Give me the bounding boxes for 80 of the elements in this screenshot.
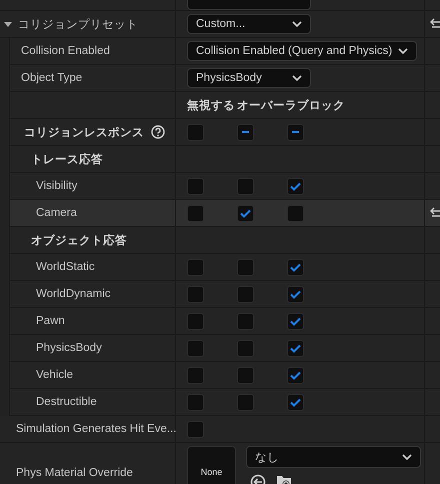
- property-row[interactable]: Vehicle: [0, 362, 440, 389]
- channel-label: Vehicle: [36, 369, 74, 381]
- property-label: コリジョンプリセット: [18, 17, 138, 32]
- checkbox[interactable]: [237, 258, 254, 276]
- property-dropdown[interactable]: Collision Enabled (Query and Physics): [187, 41, 418, 61]
- checkbox[interactable]: [237, 204, 254, 222]
- checkbox[interactable]: [287, 204, 304, 222]
- property-label: Collision Enabled: [21, 45, 110, 57]
- checkbox[interactable]: [187, 394, 204, 410]
- column-header: オーバーラ: [237, 98, 297, 112]
- text-field[interactable]: [187, 0, 311, 10]
- channel-label: WorldDynamic: [36, 288, 111, 300]
- use-selected-icon[interactable]: [250, 474, 266, 484]
- property-label: Object Type: [21, 72, 82, 84]
- checkbox[interactable]: [287, 178, 304, 194]
- checkbox[interactable]: [187, 312, 204, 330]
- checkbox[interactable]: [237, 178, 254, 194]
- checkbox[interactable]: [287, 340, 304, 356]
- property-label: Phys Material Override: [16, 467, 133, 479]
- group-label: トレース応答: [31, 152, 103, 166]
- group-label: オブジェクト応答: [31, 233, 127, 248]
- browse-folder-icon[interactable]: [276, 474, 292, 484]
- channel-label: WorldStatic: [36, 261, 95, 273]
- expand-arrow-icon[interactable]: [4, 22, 12, 26]
- checkbox[interactable]: [187, 286, 204, 302]
- property-dropdown[interactable]: PhysicsBody: [187, 68, 311, 88]
- property-row[interactable]: Destructible: [0, 389, 440, 416]
- checkmark-icon: [290, 290, 301, 298]
- chevron-down-icon: [292, 75, 302, 81]
- property-label: Simulation Generates Hit Eve...: [16, 423, 176, 435]
- chevron-down-icon: [398, 48, 408, 54]
- checkbox[interactable]: [287, 286, 304, 302]
- checkbox[interactable]: [187, 178, 204, 194]
- column-header: ブロック: [297, 98, 345, 112]
- channel-label: PhysicsBody: [36, 342, 102, 354]
- checkbox[interactable]: [187, 204, 204, 222]
- channel-label: Pawn: [36, 315, 65, 327]
- checkbox[interactable]: [287, 258, 304, 276]
- checkbox[interactable]: [237, 312, 254, 330]
- checkbox[interactable]: [237, 366, 254, 384]
- checkbox[interactable]: [237, 124, 254, 140]
- checkbox[interactable]: [237, 340, 254, 356]
- checkbox[interactable]: [187, 124, 204, 140]
- section-label: コリジョンレスポンス: [24, 126, 144, 140]
- property-row[interactable]: WorldDynamic: [0, 281, 440, 308]
- checkmark-icon: [290, 344, 301, 352]
- channel-label: Destructible: [36, 396, 97, 408]
- preset-dropdown[interactable]: Custom...: [187, 14, 311, 34]
- checkbox[interactable]: [287, 366, 304, 384]
- dash-icon: [242, 131, 249, 133]
- checkbox[interactable]: [237, 394, 254, 410]
- asset-dropdown[interactable]: なし: [246, 446, 421, 468]
- property-row[interactable]: Pawn: [0, 308, 440, 335]
- checkbox[interactable]: [287, 394, 304, 410]
- reset-arrow-icon[interactable]: [429, 18, 440, 30]
- checkmark-icon: [240, 208, 251, 218]
- help-icon[interactable]: [151, 125, 165, 139]
- checkmark-icon: [290, 316, 301, 326]
- reset-arrow-icon[interactable]: [429, 207, 440, 219]
- property-row[interactable]: PhysicsBody: [0, 335, 440, 362]
- chevron-down-icon: [402, 454, 412, 460]
- checkmark-icon: [290, 370, 301, 380]
- property-row[interactable]: WorldStatic: [0, 254, 440, 281]
- asset-thumbnail[interactable]: None: [187, 446, 236, 484]
- checkbox[interactable]: [237, 286, 254, 302]
- channel-label: Camera: [36, 207, 77, 219]
- checkmark-icon: [290, 262, 301, 272]
- dash-icon: [292, 131, 299, 133]
- checkbox[interactable]: [287, 124, 304, 140]
- chevron-down-icon: [292, 21, 302, 27]
- channel-label: Visibility: [36, 180, 78, 192]
- column-header: 無視する: [187, 98, 236, 112]
- checkbox[interactable]: [187, 258, 204, 276]
- checkbox[interactable]: [187, 420, 204, 438]
- checkbox[interactable]: [187, 366, 204, 384]
- property-row[interactable]: Camera: [0, 200, 440, 227]
- checkmark-icon: [290, 398, 301, 406]
- checkmark-icon: [290, 182, 301, 190]
- checkbox[interactable]: [187, 340, 204, 356]
- checkbox[interactable]: [287, 312, 304, 330]
